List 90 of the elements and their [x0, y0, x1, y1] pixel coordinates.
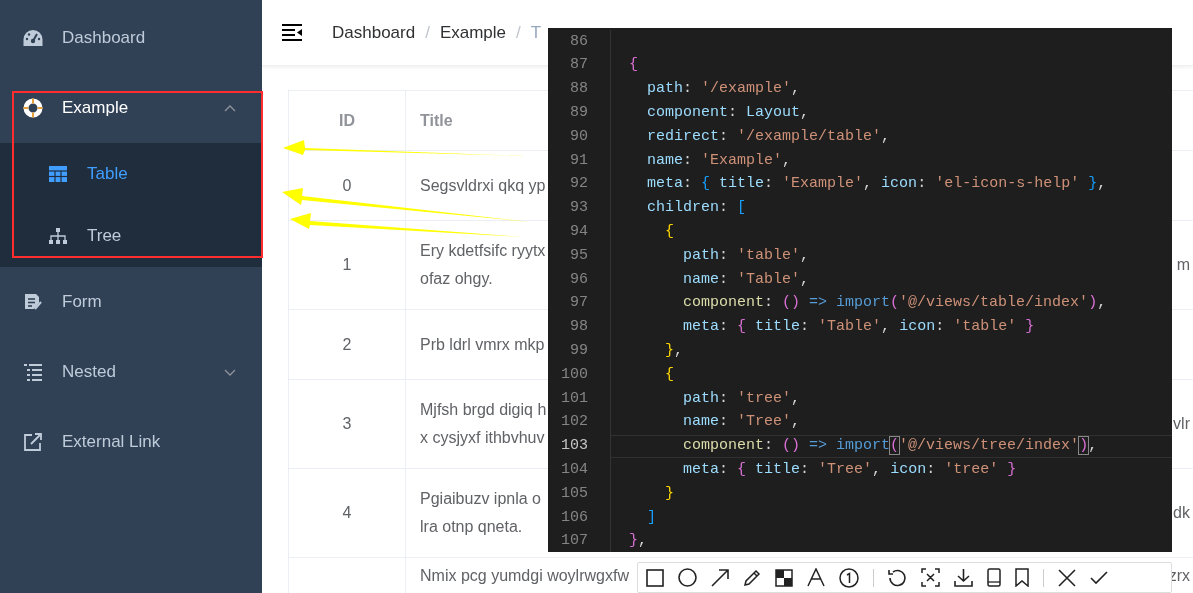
mosaic-icon[interactable]	[775, 568, 793, 587]
sidebar-item[interactable]: External Link	[0, 407, 262, 477]
line-number: 101	[560, 388, 589, 409]
line-number: 97	[569, 293, 589, 314]
code-line: name: 'Example',	[646, 150, 792, 171]
line-number: 105	[560, 483, 589, 504]
breadcrumb-link[interactable]: Example	[439, 19, 507, 46]
line-number: 94	[569, 222, 589, 242]
gauge-icon	[23, 29, 43, 47]
code-line: component: Layout,	[646, 103, 810, 124]
line-number: 103	[560, 436, 589, 457]
code-line: path: '/example',	[646, 79, 801, 100]
line-number: 86	[569, 31, 589, 52]
breadcrumb-separator: /	[425, 21, 430, 44]
code-line: component: () => import('@/views/tree/index'),	[682, 436, 1098, 457]
line-number: 96	[569, 269, 589, 290]
table-cell: 3	[289, 380, 406, 468]
table-cell: 4	[289, 469, 406, 557]
line-number: 107	[560, 531, 589, 552]
submenu-item[interactable]: Table	[0, 143, 262, 205]
code-line: children: [	[646, 198, 747, 219]
table-cell-text: dk	[1173, 503, 1190, 523]
line-number: 93	[569, 198, 589, 219]
code-line: }	[664, 483, 674, 504]
lifebuoy-icon	[23, 98, 43, 118]
code-line: name: 'Table',	[682, 269, 810, 290]
number-marker-icon[interactable]	[839, 567, 859, 588]
code-line: path: 'table',	[682, 245, 810, 266]
line-number: 95	[569, 245, 589, 266]
form-icon	[24, 293, 42, 311]
pencil-icon[interactable]	[743, 568, 761, 587]
table-icon	[49, 166, 67, 182]
code-line: component: () => import('@/views/table/index'),	[682, 293, 1107, 314]
code-line: meta: { title: 'Tree', icon: 'tree' }	[682, 460, 1017, 480]
table-cell: 2	[289, 310, 406, 379]
line-number: 88	[569, 79, 589, 100]
line-number: 87	[569, 55, 589, 76]
line-number: 89	[569, 103, 589, 124]
line-number: 102	[560, 412, 589, 433]
column-header: Title	[420, 110, 453, 131]
code-line: {	[628, 55, 638, 76]
line-number: 98	[569, 317, 589, 338]
table-cell-text: Prb ldrl vmrx mkp	[420, 334, 545, 355]
table-cell-text: Pgiaibuzv ipnla o lra otnp qneta.	[420, 489, 541, 537]
hierarchy-icon	[49, 228, 67, 244]
code-line: meta: { title: 'Example', icon: 'el-icon-s-help' },	[646, 174, 1107, 195]
table-cell-text: m	[1176, 255, 1190, 275]
sidebar-item[interactable]: Dashboard	[0, 3, 262, 73]
code-line: name: 'Tree',	[682, 412, 801, 433]
rectangle-tool-icon[interactable]	[646, 568, 664, 587]
column-header: ID	[339, 110, 355, 131]
download-icon[interactable]	[954, 568, 973, 587]
code-line: {	[664, 222, 674, 242]
line-number: 91	[569, 150, 589, 171]
external-link-icon	[24, 433, 42, 451]
check-icon[interactable]	[1090, 570, 1108, 585]
undo-icon[interactable]	[888, 568, 907, 587]
ellipse-tool-icon[interactable]	[678, 568, 697, 587]
line-number: 106	[560, 507, 589, 528]
line-number: 104	[560, 460, 589, 480]
line-number: 90	[569, 126, 589, 147]
table-cell-text: Mjfsh brgd digiq h x cysjyxf ithbvhuv	[420, 400, 547, 448]
code-line: ]	[646, 507, 656, 528]
list-icon	[24, 363, 42, 381]
line-number: 92	[569, 174, 589, 195]
code-line: meta: { title: 'Table', icon: 'table' }	[682, 317, 1035, 338]
crop-icon[interactable]	[921, 568, 940, 587]
table-cell-text: vlr	[1173, 414, 1190, 434]
code-line: },	[628, 531, 648, 552]
phone-icon[interactable]	[987, 568, 1001, 587]
code-line: redirect: '/example/table',	[646, 126, 891, 147]
sidebar-item[interactable]: Nested	[0, 337, 262, 407]
code-line: path: 'tree',	[682, 388, 801, 409]
table-cell-text: Segsvldrxi qkq yp	[420, 175, 546, 196]
menu-icon[interactable]	[282, 24, 302, 41]
breadcrumb-link[interactable]: Dashboard	[332, 19, 416, 46]
close-icon[interactable]	[1058, 568, 1076, 587]
sidebar-item[interactable]: Example	[0, 73, 262, 143]
text-tool-icon[interactable]	[807, 568, 825, 587]
table-cell-text: Nmix pcg yumdgi woylrwgxfw	[420, 566, 629, 586]
bookmark-icon[interactable]	[1015, 568, 1029, 587]
arrow-tool-icon[interactable]	[711, 568, 729, 587]
sidebar-item[interactable]: Form	[0, 267, 262, 337]
line-number: 100	[560, 364, 589, 385]
submenu-item[interactable]: Tree	[0, 205, 262, 267]
code-line: },	[664, 341, 684, 361]
code-line: {	[664, 364, 674, 385]
table-cell-text: Ery kdetfsifc ryytx ofaz ohgy.	[420, 241, 546, 289]
line-number: 99	[569, 341, 589, 361]
breadcrumb-separator: /	[516, 21, 521, 44]
